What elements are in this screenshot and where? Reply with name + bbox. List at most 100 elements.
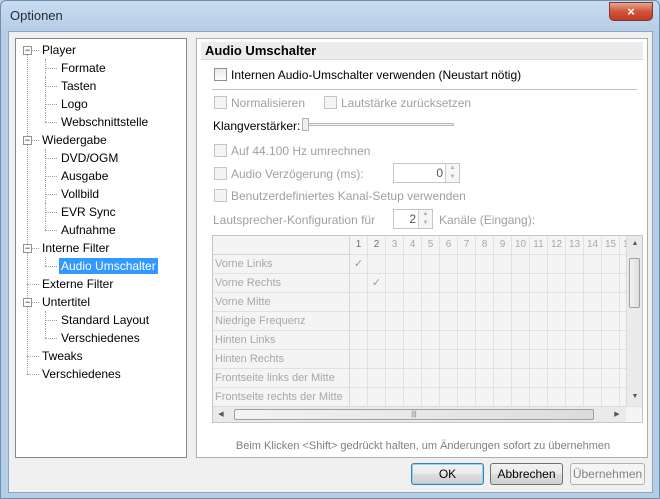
horizontal-scroll-thumb[interactable]: |||: [234, 409, 594, 420]
matrix-cell[interactable]: [494, 350, 512, 369]
matrix-cell[interactable]: [404, 274, 422, 293]
tree-item[interactable]: Externe Filter: [40, 276, 115, 292]
matrix-cell[interactable]: [404, 369, 422, 388]
audio-delay-checkbox[interactable]: [214, 167, 227, 180]
matrix-cell[interactable]: [602, 388, 620, 407]
matrix-cell[interactable]: [440, 293, 458, 312]
matrix-cell[interactable]: [386, 293, 404, 312]
reset-volume-checkbox[interactable]: [324, 96, 337, 109]
matrix-cell[interactable]: [404, 293, 422, 312]
matrix-cell[interactable]: [530, 293, 548, 312]
matrix-cell[interactable]: [368, 331, 386, 350]
matrix-cell[interactable]: [494, 312, 512, 331]
matrix-cell[interactable]: [368, 369, 386, 388]
tree-item[interactable]: Formate: [59, 60, 108, 76]
matrix-cell[interactable]: [530, 255, 548, 274]
scroll-left-icon[interactable]: ◀: [213, 407, 229, 422]
matrix-cell[interactable]: [404, 331, 422, 350]
matrix-cell[interactable]: [584, 369, 602, 388]
matrix-cell[interactable]: [440, 274, 458, 293]
matrix-cell[interactable]: [458, 369, 476, 388]
matrix-cell[interactable]: [350, 293, 368, 312]
matrix-cell[interactable]: [404, 255, 422, 274]
spin-up-icon[interactable]: ▲: [418, 210, 432, 219]
matrix-cell[interactable]: [368, 312, 386, 331]
matrix-cell[interactable]: [548, 293, 566, 312]
matrix-cell[interactable]: [512, 312, 530, 331]
channels-spinner[interactable]: 2 ▲ ▼: [393, 209, 433, 229]
matrix-cell[interactable]: [548, 274, 566, 293]
matrix-cell[interactable]: [584, 388, 602, 407]
matrix-cell[interactable]: [458, 312, 476, 331]
matrix-cell[interactable]: [566, 388, 584, 407]
tree-item[interactable]: Verschiedenes: [59, 330, 142, 346]
tree-collapse-icon[interactable]: −: [23, 244, 32, 253]
close-button[interactable]: ×: [609, 2, 653, 21]
matrix-cell[interactable]: [530, 274, 548, 293]
matrix-cell[interactable]: [476, 312, 494, 331]
tree-item[interactable]: DVD/OGM: [59, 150, 120, 166]
tree-item[interactable]: Tweaks: [40, 348, 85, 364]
matrix-cell[interactable]: [584, 312, 602, 331]
matrix-cell[interactable]: [602, 350, 620, 369]
matrix-cell[interactable]: [422, 274, 440, 293]
matrix-cell[interactable]: [440, 369, 458, 388]
matrix-cell[interactable]: [440, 312, 458, 331]
matrix-cell[interactable]: [548, 331, 566, 350]
matrix-cell[interactable]: [422, 388, 440, 407]
matrix-cell[interactable]: [368, 293, 386, 312]
matrix-cell[interactable]: [566, 369, 584, 388]
matrix-cell[interactable]: [584, 293, 602, 312]
matrix-cell[interactable]: [440, 388, 458, 407]
matrix-cell[interactable]: [494, 293, 512, 312]
matrix-cell[interactable]: [386, 388, 404, 407]
matrix-cell[interactable]: [548, 369, 566, 388]
options-tree[interactable]: − Player Formate Tasten Logo Webschnittstelle…: [15, 38, 187, 458]
tree-item[interactable]: EVR Sync: [59, 204, 118, 220]
matrix-cell[interactable]: [494, 274, 512, 293]
matrix-cell[interactable]: [584, 255, 602, 274]
matrix-cell[interactable]: [368, 388, 386, 407]
scroll-up-icon[interactable]: ▲: [627, 236, 642, 252]
matrix-cell[interactable]: [404, 388, 422, 407]
matrix-cell[interactable]: [512, 293, 530, 312]
tree-item[interactable]: Verschiedenes: [40, 366, 123, 382]
matrix-cell[interactable]: [530, 388, 548, 407]
matrix-cell[interactable]: [602, 274, 620, 293]
matrix-cell[interactable]: [602, 369, 620, 388]
matrix-cell[interactable]: [566, 274, 584, 293]
apply-button[interactable]: Übernehmen: [570, 463, 645, 485]
tree-item[interactable]: Wiedergabe: [40, 132, 109, 148]
vertical-scrollbar[interactable]: ▲ ▼: [626, 236, 642, 406]
scroll-right-icon[interactable]: ▶: [609, 407, 625, 422]
ok-button[interactable]: OK: [411, 463, 484, 485]
boost-slider-thumb[interactable]: [302, 118, 309, 131]
matrix-cell[interactable]: [566, 350, 584, 369]
matrix-cell[interactable]: [422, 293, 440, 312]
matrix-cell[interactable]: [350, 331, 368, 350]
tree-collapse-icon[interactable]: −: [23, 46, 32, 55]
matrix-cell[interactable]: [386, 350, 404, 369]
matrix-cell[interactable]: [602, 293, 620, 312]
tree-item[interactable]: Player: [40, 42, 78, 58]
matrix-cell[interactable]: [440, 350, 458, 369]
matrix-cell[interactable]: [476, 350, 494, 369]
matrix-cell[interactable]: [512, 255, 530, 274]
matrix-cell[interactable]: [422, 255, 440, 274]
matrix-cell[interactable]: [566, 331, 584, 350]
matrix-cell[interactable]: [440, 255, 458, 274]
enable-switcher-checkbox[interactable]: [214, 68, 227, 81]
matrix-cell[interactable]: [458, 293, 476, 312]
matrix-cell[interactable]: [350, 350, 368, 369]
matrix-cell[interactable]: [476, 293, 494, 312]
resample-checkbox[interactable]: [214, 144, 227, 157]
matrix-cell[interactable]: [476, 369, 494, 388]
spin-down-icon[interactable]: ▼: [445, 173, 459, 182]
tree-collapse-icon[interactable]: −: [23, 298, 32, 307]
title-bar[interactable]: Optionen ×: [1, 1, 659, 31]
matrix-cell[interactable]: [476, 255, 494, 274]
matrix-cell[interactable]: [530, 350, 548, 369]
matrix-cell[interactable]: [512, 274, 530, 293]
matrix-cell[interactable]: [548, 255, 566, 274]
matrix-cell[interactable]: [512, 388, 530, 407]
